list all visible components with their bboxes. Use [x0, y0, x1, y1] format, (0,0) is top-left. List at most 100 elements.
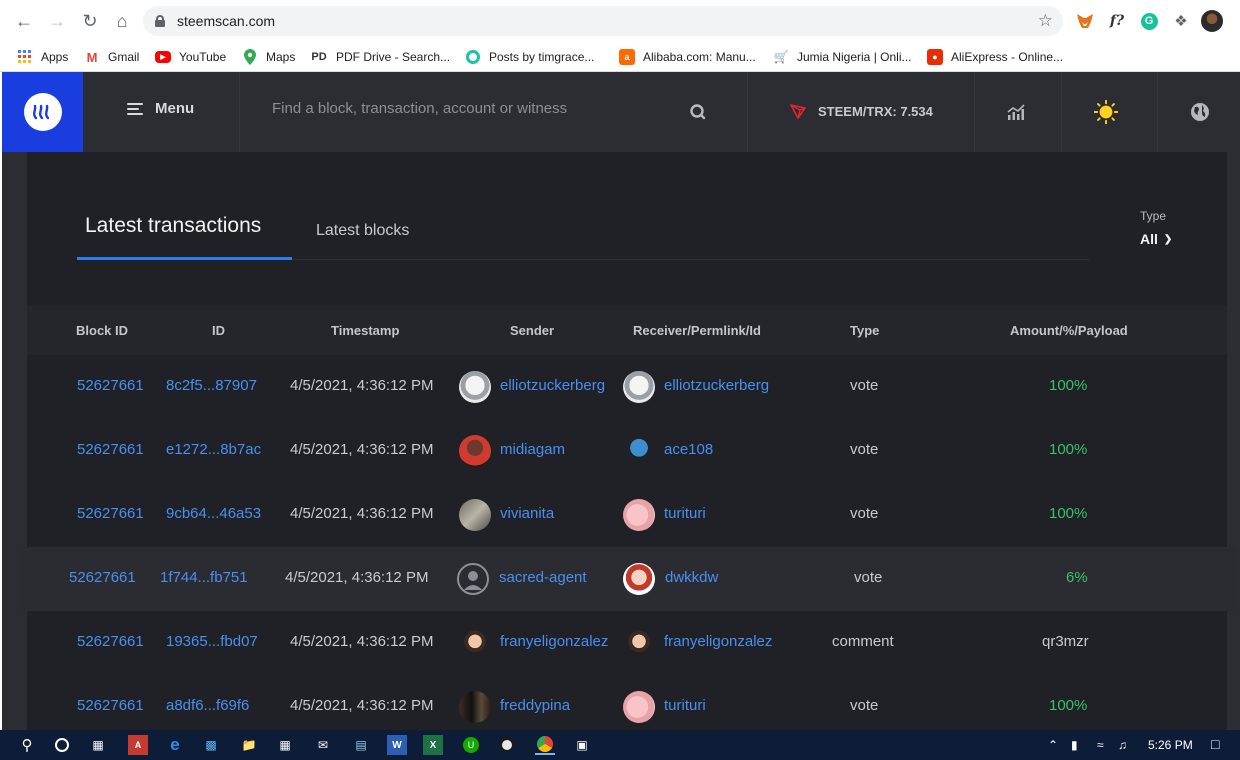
- type-label: vote: [850, 505, 879, 522]
- search-magnifier-icon[interactable]: ⚲: [17, 735, 37, 755]
- bookmark-label: YouTube: [179, 50, 227, 64]
- sender-link[interactable]: vivianita: [500, 505, 554, 522]
- sender-avatar[interactable]: [459, 627, 491, 659]
- cortana-circle-icon[interactable]: [52, 735, 72, 755]
- menu-button[interactable]: Menu: [127, 100, 194, 117]
- sender-avatar[interactable]: [459, 499, 491, 531]
- column-header-amount: Amount/%/Payload: [1010, 323, 1128, 338]
- desktop-monitor-icon[interactable]: ▩: [201, 735, 221, 755]
- formula-extension-icon[interactable]: f?: [1106, 10, 1128, 32]
- sender-avatar[interactable]: [459, 371, 491, 403]
- receiver-link[interactable]: turituri: [664, 697, 706, 714]
- amount-value: 100%: [1049, 505, 1088, 522]
- default-user-avatar-icon[interactable]: [457, 563, 489, 595]
- search-icon[interactable]: [690, 104, 706, 120]
- bookmark-apps[interactable]: Apps: [17, 47, 68, 67]
- receiver-link[interactable]: franyeligonzalez: [664, 633, 772, 650]
- chart-trend-icon[interactable]: [1004, 100, 1028, 124]
- address-bar[interactable]: steemscan.com ☆: [143, 6, 1063, 36]
- type-filter[interactable]: Type All ❯: [1140, 209, 1172, 247]
- bookmark-posts[interactable]: Posts by timgrace...: [465, 47, 594, 67]
- edge-browser-icon[interactable]: e: [165, 735, 185, 755]
- transaction-id-link[interactable]: 19365...fbd07: [166, 633, 258, 650]
- notifications-icon[interactable]: □: [1211, 736, 1219, 752]
- forward-arrow-icon[interactable]: →: [44, 8, 70, 34]
- bookmark-youtube[interactable]: ▶ YouTube: [155, 47, 226, 67]
- sender-link[interactable]: franyeligonzalez: [500, 633, 608, 650]
- divider: [974, 72, 975, 152]
- receiver-avatar[interactable]: [623, 627, 655, 659]
- sender-avatar[interactable]: [459, 691, 491, 723]
- word-app-icon[interactable]: W: [387, 735, 407, 755]
- excel-app-icon[interactable]: X: [423, 735, 443, 755]
- sender-link[interactable]: sacred-agent: [499, 569, 587, 586]
- receiver-avatar[interactable]: [623, 563, 655, 595]
- receiver-avatar[interactable]: [623, 691, 655, 723]
- block-id-link[interactable]: 52627661: [77, 697, 144, 714]
- file-explorer-folder-icon[interactable]: 📁: [239, 735, 259, 755]
- pdf-drive-icon: PD: [311, 51, 327, 63]
- bookmark-aliexpress[interactable]: ● AliExpress - Online...: [927, 47, 1063, 67]
- transaction-id-link[interactable]: 1f744...fb751: [160, 569, 248, 586]
- globe-language-icon[interactable]: [1188, 100, 1212, 124]
- receiver-link[interactable]: ace108: [664, 441, 713, 458]
- upwork-app-icon[interactable]: U: [461, 735, 481, 755]
- bookmark-maps[interactable]: Maps: [242, 47, 295, 67]
- mail-envelope-icon[interactable]: ✉: [313, 735, 333, 755]
- receiver-link[interactable]: elliotzuckerberg: [664, 377, 769, 394]
- receiver-avatar[interactable]: [623, 499, 655, 531]
- block-id-link[interactable]: 52627661: [77, 377, 144, 394]
- bookmark-pdf-drive[interactable]: PD PDF Drive - Search...: [310, 47, 450, 67]
- receiver-link[interactable]: turituri: [664, 505, 706, 522]
- battery-icon[interactable]: ▮: [1071, 738, 1078, 752]
- sender-link[interactable]: freddypina: [500, 697, 570, 714]
- receiver-link[interactable]: dwkkdw: [665, 569, 718, 586]
- transaction-id-link[interactable]: a8df6...f69f6: [166, 697, 249, 714]
- grammarly-icon[interactable]: G: [1138, 10, 1160, 32]
- receiver-avatar[interactable]: [623, 371, 655, 403]
- table-header: Block ID ID Timestamp Sender Receiver/Pe…: [27, 305, 1227, 355]
- tray-chevron-up-icon[interactable]: ⌃: [1048, 738, 1058, 752]
- sender-avatar[interactable]: [459, 435, 491, 467]
- block-id-link[interactable]: 52627661: [77, 633, 144, 650]
- volume-icon[interactable]: ♫: [1118, 738, 1127, 752]
- wifi-icon[interactable]: ≈: [1097, 738, 1104, 752]
- block-id-link[interactable]: 52627661: [77, 505, 144, 522]
- back-arrow-icon[interactable]: ←: [11, 8, 37, 34]
- table-row: 52627661 8c2f5...87907 4/5/2021, 4:36:12…: [27, 355, 1227, 419]
- tab-latest-transactions[interactable]: Latest transactions: [77, 212, 292, 260]
- bookmarks-bar: Apps M Gmail ▶ YouTube Maps PD PDF Drive…: [0, 42, 1240, 72]
- column-header-timestamp: Timestamp: [331, 323, 400, 338]
- receiver-avatar[interactable]: [623, 435, 655, 467]
- bookmark-alibaba[interactable]: a Alibaba.com: Manu...: [619, 47, 756, 67]
- home-icon[interactable]: ⌂: [109, 8, 135, 34]
- transaction-id-link[interactable]: 8c2f5...87907: [166, 377, 257, 394]
- profile-avatar[interactable]: [1201, 10, 1223, 32]
- transaction-id-link[interactable]: e1272...8b7ac: [166, 441, 261, 458]
- transaction-id-link[interactable]: 9cb64...46a53: [166, 505, 261, 522]
- steem-logo[interactable]: [2, 72, 83, 152]
- sender-link[interactable]: midiagam: [500, 441, 565, 458]
- bookmark-jumia[interactable]: 🛒 Jumia Nigeria | Onli...: [773, 47, 912, 67]
- bookmark-gmail[interactable]: M Gmail: [84, 47, 140, 67]
- notepad-icon[interactable]: ▤: [351, 735, 371, 755]
- task-view-icon[interactable]: ▦: [88, 735, 108, 755]
- bookmark-star-icon[interactable]: ☆: [1038, 11, 1053, 31]
- type-filter-value[interactable]: All ❯: [1140, 231, 1172, 247]
- bookmark-label: PDF Drive - Search...: [336, 50, 451, 64]
- search-input[interactable]: [272, 100, 692, 117]
- block-id-link[interactable]: 52627661: [69, 569, 136, 586]
- reload-icon[interactable]: ↻: [77, 8, 103, 34]
- media-app-icon[interactable]: [497, 735, 517, 755]
- photos-app-icon[interactable]: ▣: [572, 735, 592, 755]
- sender-link[interactable]: elliotzuckerberg: [500, 377, 605, 394]
- taskbar-clock[interactable]: 5:26 PM: [1148, 738, 1193, 752]
- access-app-icon[interactable]: A: [128, 735, 148, 755]
- sun-theme-icon[interactable]: [1094, 99, 1118, 125]
- metamask-fox-icon[interactable]: [1074, 10, 1096, 32]
- tab-latest-blocks[interactable]: Latest blocks: [316, 222, 409, 240]
- chrome-browser-icon[interactable]: [535, 735, 555, 755]
- block-id-link[interactable]: 52627661: [77, 441, 144, 458]
- extensions-puzzle-icon[interactable]: ❖: [1170, 10, 1192, 32]
- store-bag-icon[interactable]: ▦: [275, 735, 295, 755]
